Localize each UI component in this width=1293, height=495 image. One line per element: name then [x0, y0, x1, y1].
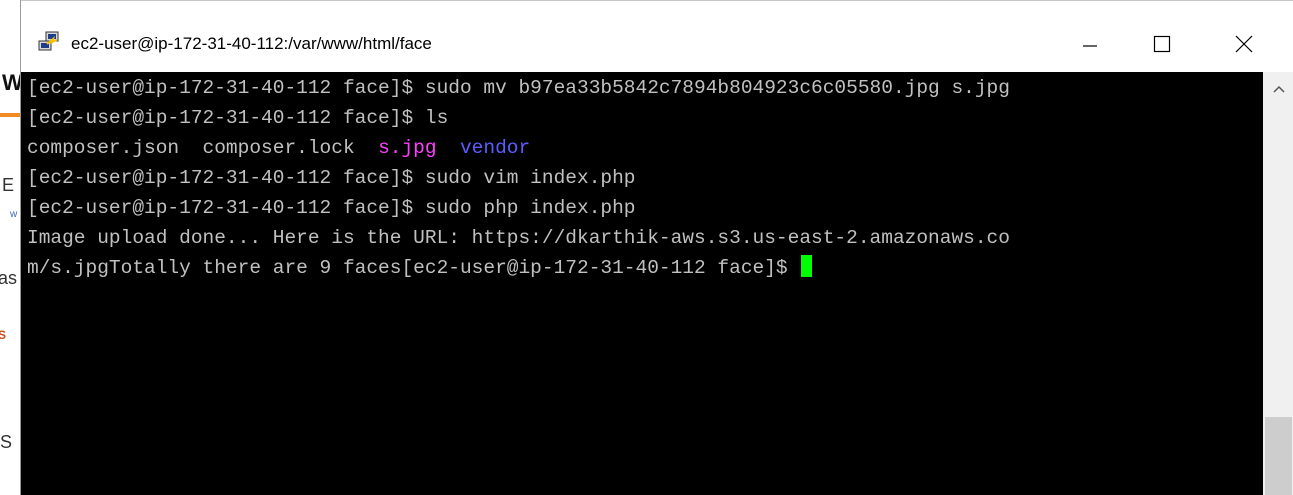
title-bar[interactable]: ec2-user@ip-172-31-40-112:/var/www/html/… — [21, 0, 1293, 72]
desktop: W E w as S (S ec2-user@ip-172-31-40-112:… — [0, 0, 1293, 495]
maximize-button[interactable] — [1133, 15, 1191, 73]
minimize-icon — [1083, 45, 1097, 47]
text-cursor — [801, 255, 813, 277]
terminal-line: m/s.jpgTotally there are 9 faces[ec2-use… — [27, 257, 800, 279]
ls-file: composer.lock — [202, 137, 355, 159]
window-title: ec2-user@ip-172-31-40-112:/var/www/html/… — [71, 34, 432, 53]
background-text-fragment: as — [0, 268, 18, 288]
background-window-edge: W E w as S (S — [0, 0, 23, 495]
terminal-line: [ec2-user@ip-172-31-40-112 face]$ ls — [27, 107, 449, 129]
terminal-line: [ec2-user@ip-172-31-40-112 face]$ sudo m… — [27, 77, 1010, 99]
background-text-fragment: E — [2, 175, 15, 195]
background-text-fragment: w — [10, 209, 18, 220]
close-icon — [1235, 35, 1253, 53]
terminal-line: [ec2-user@ip-172-31-40-112 face]$ sudo v… — [27, 167, 636, 189]
minimize-button[interactable] — [1061, 15, 1119, 73]
ls-output-line: composer.json composer.lock s.jpg vendor — [27, 134, 530, 162]
ls-directory: vendor — [459, 137, 531, 159]
ls-file: composer.json — [27, 137, 180, 159]
terminal-prompt-line: m/s.jpgTotally there are 9 faces[ec2-use… — [27, 254, 813, 282]
terminal-window: ec2-user@ip-172-31-40-112:/var/www/html/… — [20, 0, 1293, 495]
ls-image-file: s.jpg — [378, 137, 437, 159]
terminal-line: Image upload done... Here is the URL: ht… — [27, 227, 1010, 249]
maximize-icon — [1153, 35, 1171, 53]
background-accent-bar — [0, 113, 20, 117]
terminal-output[interactable]: [ec2-user@ip-172-31-40-112 face]$ sudo m… — [21, 72, 1263, 495]
putty-icon — [38, 31, 59, 51]
scroll-up-button[interactable] — [1263, 72, 1293, 106]
background-text-fragment: (S — [0, 432, 12, 452]
close-button[interactable] — [1215, 15, 1273, 73]
vertical-scrollbar[interactable] — [1263, 72, 1293, 495]
background-text-fragment: S — [0, 328, 7, 342]
chevron-up-icon — [1272, 85, 1285, 93]
terminal-line: [ec2-user@ip-172-31-40-112 face]$ sudo p… — [27, 197, 636, 219]
scroll-thumb[interactable] — [1265, 417, 1292, 495]
